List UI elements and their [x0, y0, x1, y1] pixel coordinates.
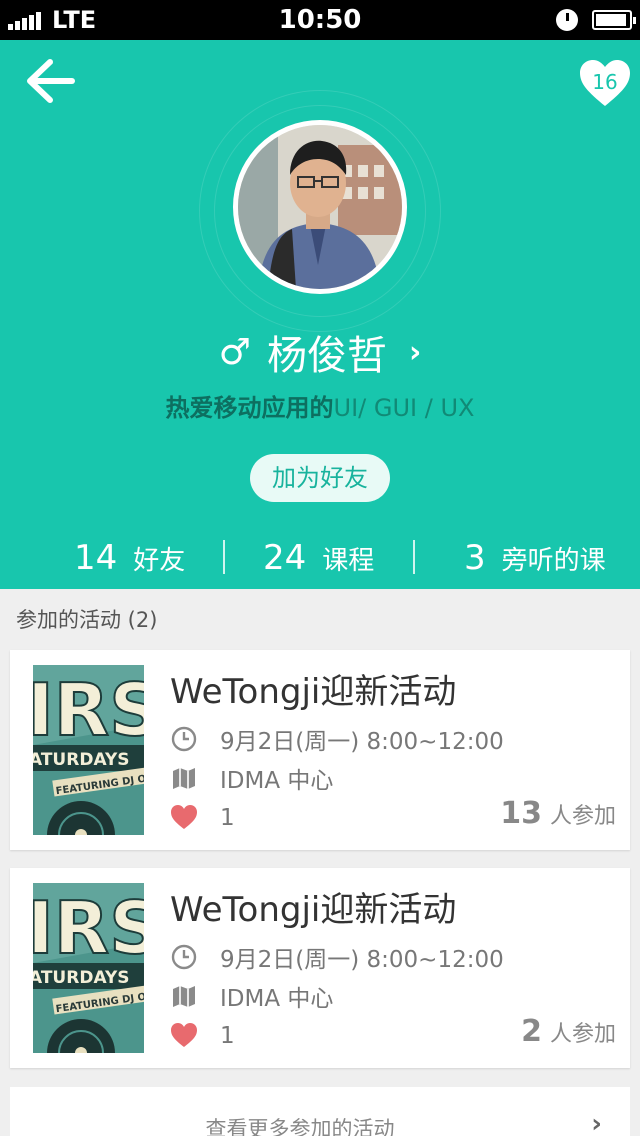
stat-value: 14: [74, 538, 118, 578]
svg-text:IRS: IRS: [33, 668, 144, 752]
stat-label: 课程: [322, 545, 375, 576]
activity-poster: IRS ATURDAYS FEATURING DJ OP: [33, 883, 144, 1053]
status-time: 10:50: [278, 5, 362, 35]
profile-name-row[interactable]: ♂ 杨俊哲 ›: [0, 322, 640, 382]
participant-number: 2: [521, 1014, 542, 1049]
participant-label: 人参加: [549, 1022, 616, 1047]
heart-icon[interactable]: [170, 804, 198, 832]
participant-count: 13 人参加: [500, 796, 616, 831]
activity-time-row: 9月2日(周一) 8:00~12:00: [170, 722, 504, 756]
view-more-label: 查看更多参加的活动: [205, 1117, 395, 1136]
profile-name: 杨俊哲: [266, 333, 387, 379]
activity-poster: IRS ATURDAYS FEATURING DJ OP: [33, 665, 144, 835]
activity-title: WeTongji迎新活动: [170, 672, 457, 712]
male-icon: ♂: [218, 331, 251, 373]
stat-value: 3: [464, 538, 486, 578]
activity-time-row: 9月2日(周一) 8:00~12:00: [170, 940, 504, 974]
activity-title: WeTongji迎新活动: [170, 890, 457, 930]
add-friend-button[interactable]: 加为好友: [250, 454, 390, 502]
chevron-right-icon: ›: [408, 334, 422, 370]
stat-divider: [223, 540, 225, 574]
bio-bold-text: 热爱移动应用的: [165, 394, 334, 422]
stats-bar: 14 好友 24 课程 3 旁听的课: [0, 528, 640, 588]
svg-text:IRS: IRS: [33, 886, 144, 970]
activity-time: 9月2日(周一) 8:00~12:00: [220, 947, 504, 973]
activity-location: IDMA 中心: [220, 986, 334, 1012]
activity-time: 9月2日(周一) 8:00~12:00: [220, 729, 504, 755]
stat-value: 24: [263, 538, 307, 578]
status-bar: LTE 10:50: [0, 0, 640, 40]
activity-card[interactable]: IRS ATURDAYS FEATURING DJ OP WeTongji迎新活…: [10, 868, 630, 1068]
participant-number: 13: [500, 796, 542, 831]
battery-icon: [592, 10, 636, 30]
arrow-left-icon: [27, 59, 75, 103]
stat-audited-courses[interactable]: 3 旁听的课: [464, 528, 606, 588]
clock-icon: [171, 726, 197, 752]
alarm-clock-icon: [556, 9, 578, 31]
activity-likes: 1: [220, 1023, 235, 1049]
avatar[interactable]: [233, 120, 407, 294]
avatar-photo: [238, 125, 402, 289]
map-icon: [173, 768, 195, 789]
activity-location-row: IDMA 中心: [170, 979, 333, 1013]
svg-text:ATURDAYS: ATURDAYS: [33, 968, 130, 988]
activity-location: IDMA 中心: [220, 768, 334, 794]
back-button[interactable]: [20, 58, 80, 104]
svg-text:ATURDAYS: ATURDAYS: [33, 750, 130, 770]
profile-bio: 热爱移动应用的UI/ GUI / UX: [0, 388, 640, 423]
bio-rest-text: UI/ GUI / UX: [333, 394, 475, 422]
chevron-right-icon: ›: [591, 1109, 602, 1136]
activities-section-title: 参加的活动 (2): [16, 608, 158, 632]
activity-likes: 1: [220, 805, 235, 831]
activity-location-row: IDMA 中心: [170, 761, 333, 795]
heart-icon[interactable]: [170, 1022, 198, 1050]
activity-likes-row: 1: [170, 804, 235, 832]
participant-count: 2 人参加: [521, 1014, 616, 1049]
stat-divider: [413, 540, 415, 574]
view-more-activities-button[interactable]: 查看更多参加的活动 ›: [10, 1087, 630, 1136]
favorite-button[interactable]: 16: [578, 58, 632, 108]
participant-label: 人参加: [549, 804, 616, 829]
favorite-count: 16: [592, 70, 618, 94]
stat-friends[interactable]: 14 好友: [74, 528, 185, 588]
stat-label: 好友: [133, 545, 186, 576]
profile-header: 16 ♂ 杨俊哲 › 热爱移动应用的UI/ GUI / UX 加为好友 14 好…: [0, 40, 640, 589]
stat-label: 旁听的课: [501, 545, 606, 576]
stat-courses[interactable]: 24 课程: [263, 528, 374, 588]
activity-card[interactable]: IRS ATURDAYS FEATURING DJ OP WeTongji迎新活…: [10, 650, 630, 850]
activity-likes-row: 1: [170, 1022, 235, 1050]
clock-icon: [171, 944, 197, 970]
map-icon: [173, 986, 195, 1007]
